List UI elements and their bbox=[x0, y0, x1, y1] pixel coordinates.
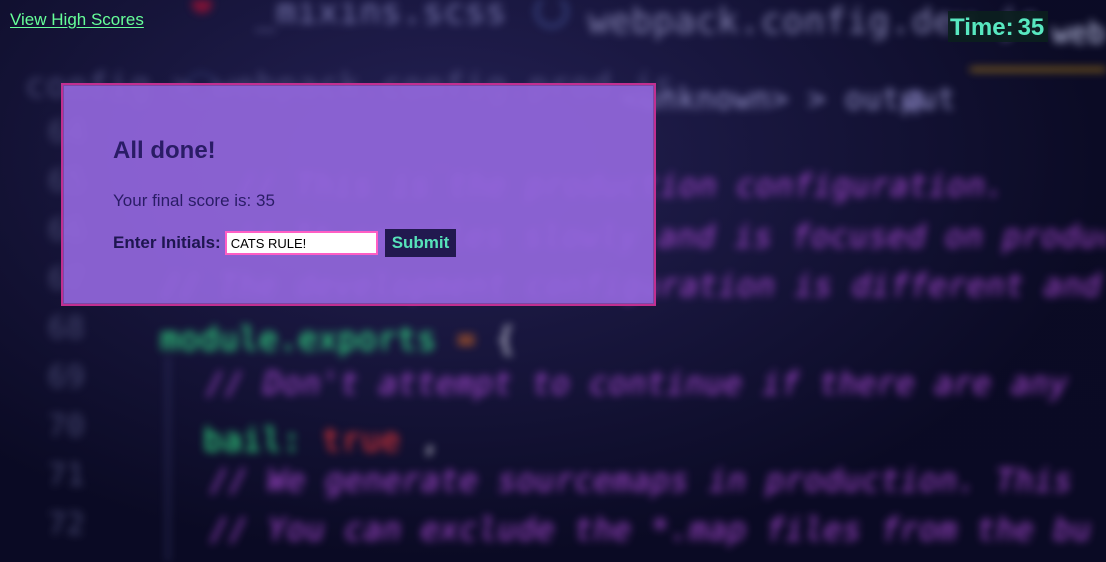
timer-value: 35 bbox=[1017, 13, 1045, 41]
background-red-marker bbox=[192, 0, 212, 13]
background-active-tab-indicator bbox=[970, 68, 1106, 71]
background-tab-right: web bbox=[1052, 16, 1106, 50]
initials-label: Enter Initials: bbox=[113, 233, 221, 252]
submit-button[interactable]: Submit bbox=[384, 229, 457, 257]
background-tab-left: _mixins.scss bbox=[255, 0, 507, 32]
background-indent-guide bbox=[167, 356, 169, 562]
background-comment-line-5: // We generate sourcemaps in production.… bbox=[210, 463, 1073, 499]
background-bail-key: bail: bbox=[203, 421, 302, 459]
background-module-exports-text: module.exports bbox=[160, 320, 437, 358]
wrench-icon: ⚒ bbox=[893, 81, 937, 125]
initials-form: Enter Initials: Submit bbox=[113, 229, 457, 257]
timer-display: Time: 35 bbox=[948, 11, 1048, 42]
background-bail-line: bail: true , bbox=[203, 421, 440, 459]
quiz-results-screen: _mixins.scss webpack.config.dev.js web c… bbox=[0, 0, 1106, 562]
final-score-label: Your final score is: bbox=[113, 191, 252, 210]
initials-input[interactable] bbox=[224, 231, 378, 255]
dialog-title: All done! bbox=[113, 137, 216, 164]
final-score-value: 35 bbox=[256, 191, 275, 210]
background-comment-line-4: // Don't attempt to continue if there ar… bbox=[206, 366, 1069, 402]
timer-label: Time: bbox=[950, 13, 1014, 41]
background-comment-line-6: // You can exclude the *.map files from … bbox=[210, 512, 1092, 548]
final-score-line: Your final score is: 35 bbox=[113, 191, 275, 211]
background-bail-comma: , bbox=[420, 421, 441, 459]
webpack-icon bbox=[535, 0, 568, 28]
background-breadcrumb-right: <unknown> > output bbox=[622, 82, 957, 117]
quiz-complete-dialog: All done! Your final score is: 35 Enter … bbox=[61, 83, 656, 306]
view-high-scores-link[interactable]: View High Scores bbox=[10, 10, 144, 30]
background-open-brace: { bbox=[496, 320, 516, 358]
background-module-exports-line: module.exports = { bbox=[160, 320, 516, 358]
background-bail-value: true bbox=[321, 421, 401, 459]
background-assignment-operator: = bbox=[456, 320, 477, 358]
